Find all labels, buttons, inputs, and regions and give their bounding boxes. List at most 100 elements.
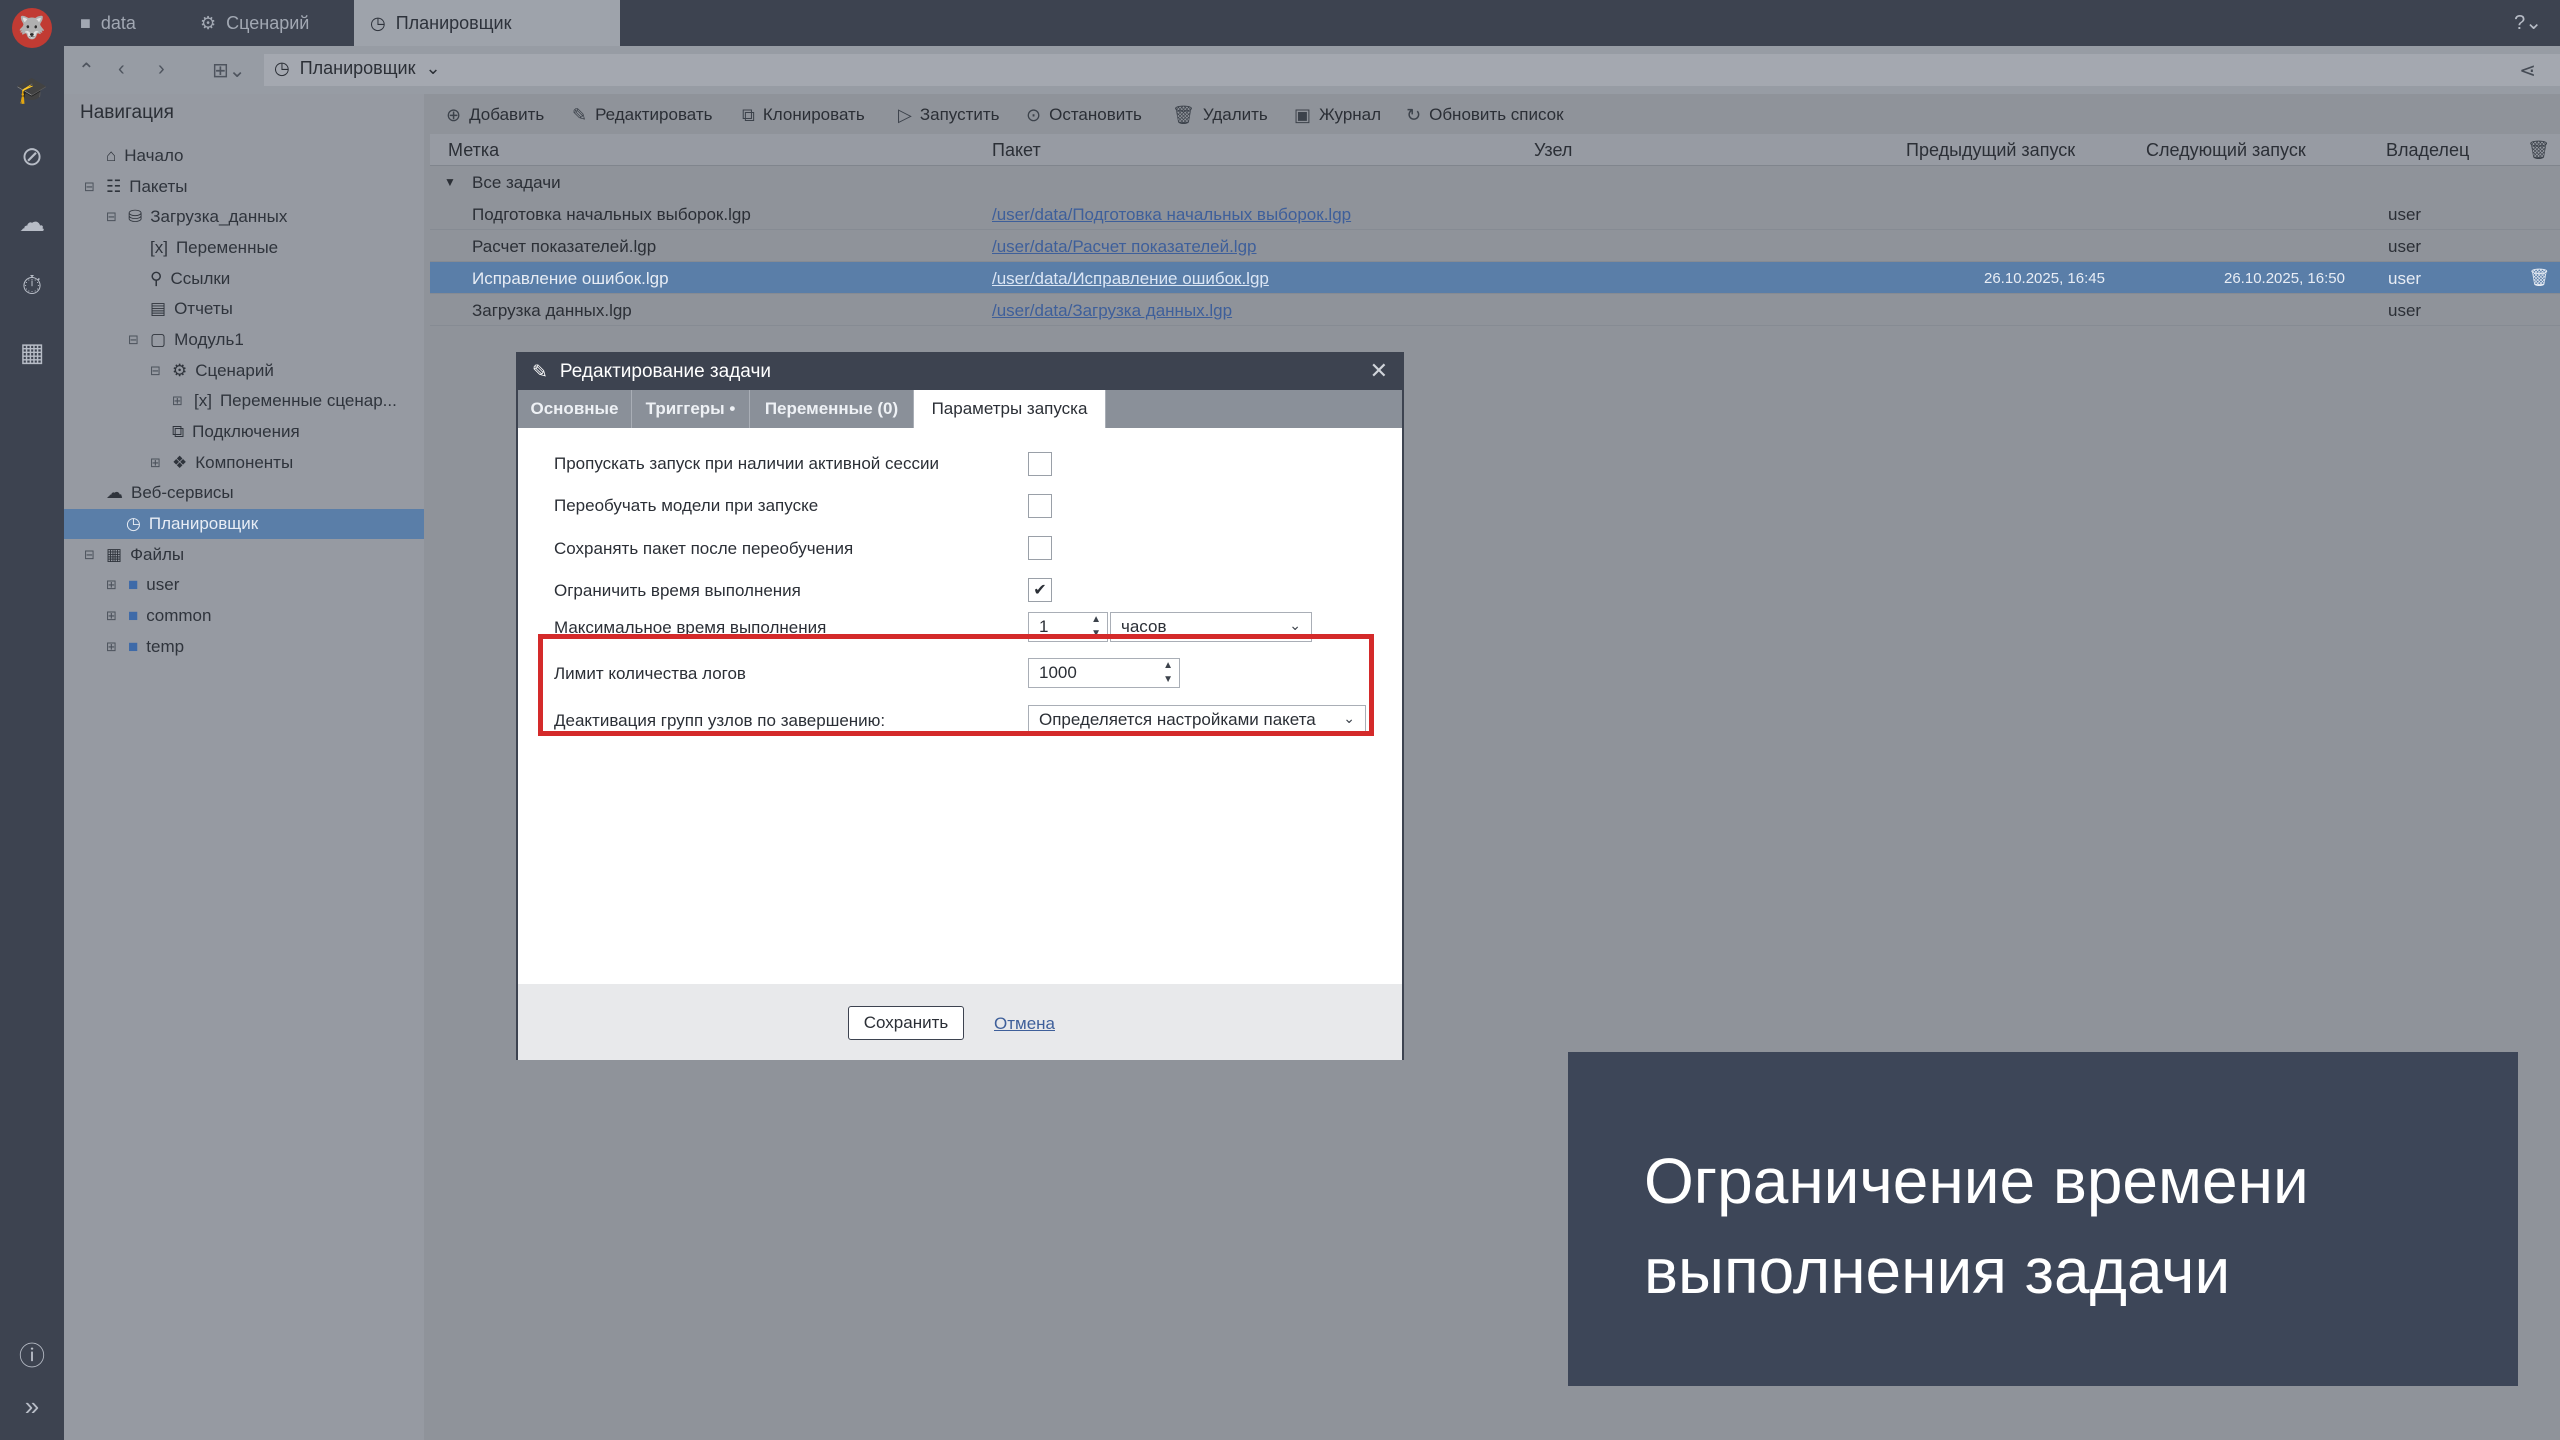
tab-triggers[interactable]: Триггеры •: [632, 390, 750, 428]
tree-item-module1[interactable]: ⊟ ▢ Модуль1: [128, 325, 244, 355]
connection-icon: ⧉: [172, 422, 185, 441]
trash-icon[interactable]: 🗑: [2527, 140, 2550, 161]
dialog-body: Пропускать запуск при наличии активной с…: [518, 428, 1402, 984]
tree-menu-icon[interactable]: ⊞⌄: [212, 58, 246, 83]
tree-item-files[interactable]: ⊟ ▦ Файлы: [84, 540, 184, 570]
tab-data[interactable]: ■ data: [64, 0, 184, 46]
tree-item-scenario[interactable]: ⊟ ⚙ Сценарий: [150, 356, 274, 386]
expand-icon[interactable]: »: [16, 1390, 48, 1422]
run-button[interactable]: ▷ Запустить: [898, 100, 1000, 130]
delete-button[interactable]: 🗑 Удалить: [1172, 100, 1268, 130]
column-node[interactable]: Узел: [1534, 140, 1572, 161]
tab-run-parameters[interactable]: Параметры запуска: [914, 390, 1106, 428]
trash-icon[interactable]: 🗑: [2528, 268, 2550, 288]
cancel-link[interactable]: Отмена: [994, 1014, 1055, 1034]
package-link[interactable]: /user/data/Загрузка данных.lgp: [992, 301, 1232, 321]
table-row[interactable]: Подготовка начальных выборок.lgp /user/d…: [430, 198, 2560, 230]
tree-item-variables[interactable]: [x] Переменные: [128, 233, 278, 263]
cloud-icon[interactable]: ☁: [16, 206, 48, 238]
tree-item-temp[interactable]: ⊞ ■ temp: [106, 632, 184, 662]
chevron-down-icon: ⌄: [425, 58, 441, 78]
table-row[interactable]: Расчет показателей.lgp /user/data/Расчет…: [430, 230, 2560, 262]
package-link[interactable]: /user/data/Подготовка начальных выборок.…: [992, 205, 1351, 225]
help-icon[interactable]: ?⌄: [2514, 10, 2542, 35]
clone-button[interactable]: ⧉ Клонировать: [742, 100, 865, 130]
forward-arrow-icon[interactable]: ›: [158, 58, 165, 81]
tree-item-web-services[interactable]: ☁ Веб-сервисы: [84, 478, 234, 508]
tab-scheduler[interactable]: ◷ Планировщик: [354, 0, 620, 46]
refresh-button[interactable]: ↻ Обновить список: [1406, 100, 1564, 130]
graduation-cap-icon[interactable]: 🎓: [16, 74, 48, 106]
tree-item-links[interactable]: ⚲ Ссылки: [128, 264, 230, 294]
collapse-icon[interactable]: ▼: [444, 175, 456, 189]
column-prev-run[interactable]: Предыдущий запуск: [1906, 140, 2075, 161]
tree-item-load-data[interactable]: ⊟ ⛁ Загрузка_данных: [106, 202, 287, 232]
variable-icon: [x]: [194, 391, 212, 410]
tree-item-common[interactable]: ⊞ ■ common: [106, 601, 211, 631]
table-row-selected[interactable]: Исправление ошибок.lgp /user/data/Исправ…: [430, 262, 2560, 294]
tree-label: Ссылки: [170, 269, 231, 288]
component-icon: ❖: [172, 453, 188, 472]
save-package-checkbox[interactable]: [1028, 536, 1052, 560]
up-arrow-icon[interactable]: ⌃: [78, 58, 95, 83]
limit-time-checkbox[interactable]: ✔: [1028, 578, 1052, 602]
package-link[interactable]: /user/data/Исправление ошибок.lgp: [992, 269, 1269, 289]
package-link[interactable]: /user/data/Расчет показателей.lgp: [992, 237, 1257, 257]
compass-icon[interactable]: ⊘: [16, 140, 48, 172]
save-button[interactable]: Сохранить: [848, 1006, 964, 1040]
scenario-icon: ⚙: [172, 361, 188, 380]
back-arrow-icon[interactable]: ‹: [118, 58, 125, 81]
stopwatch-icon[interactable]: ⏱: [16, 270, 48, 302]
tree-label: Сценарий: [195, 361, 274, 380]
add-button[interactable]: ⊕ Добавить: [446, 100, 544, 130]
share-icon[interactable]: ⋖: [2519, 58, 2536, 83]
cell-owner: user: [2388, 269, 2422, 288]
breadcrumb[interactable]: ◷ Планировщик ⌄: [274, 58, 441, 79]
tab-scenario[interactable]: ⚙ Сценарий: [184, 0, 354, 46]
tree-item-user[interactable]: ⊞ ■ user: [106, 570, 179, 600]
tree-label: Компоненты: [195, 453, 294, 472]
tree-item-packages[interactable]: ⊟ ☷ Пакеты: [84, 172, 187, 202]
cell-next-run: 26.10.2025, 16:50: [2224, 270, 2345, 287]
app-logo[interactable]: 🐺: [12, 8, 52, 48]
tab-variables[interactable]: Переменные (0): [750, 390, 914, 428]
address-bar: ⌃ ‹ › ⊞⌄ ◷ Планировщик ⌄ ⋖: [64, 46, 2560, 94]
table-icon[interactable]: ▦: [16, 336, 48, 368]
grid-header: Метка Пакет Узел Предыдущий запуск Следу…: [430, 134, 2560, 166]
stop-button[interactable]: ⊙ Остановить: [1026, 100, 1142, 130]
tree-item-reports[interactable]: ▤ Отчеты: [128, 294, 233, 324]
button-label: Запустить: [919, 105, 1000, 124]
tree-label: temp: [146, 637, 185, 656]
group-row[interactable]: ▼ Все задачи: [430, 166, 2560, 198]
table-row[interactable]: Загрузка данных.lgp /user/data/Загрузка …: [430, 294, 2560, 326]
column-next-run[interactable]: Следующий запуск: [2146, 140, 2306, 161]
tree-label: Модуль1: [174, 330, 244, 349]
column-owner[interactable]: Владелец: [2386, 140, 2469, 161]
tree-item-start[interactable]: ⌂ Начало: [84, 141, 184, 171]
dialog-title-bar[interactable]: ✎ Редактирование задачи: [518, 354, 1402, 390]
tree-item-scheduler[interactable]: ◷ Планировщик: [64, 509, 424, 539]
info-icon[interactable]: ⓘ: [16, 1338, 48, 1371]
database-icon: ☷: [106, 177, 122, 196]
button-label: Журнал: [1319, 105, 1382, 124]
log-button[interactable]: ▣ Журнал: [1294, 100, 1381, 130]
edit-button[interactable]: ✎ Редактировать: [572, 100, 713, 130]
cell-label: Подготовка начальных выборок.lgp: [472, 205, 751, 224]
retrain-checkbox[interactable]: [1028, 494, 1052, 518]
skip-active-label: Пропускать запуск при наличии активной с…: [554, 454, 939, 473]
tree-item-components[interactable]: ⊞ ❖ Компоненты: [150, 448, 293, 478]
cell-owner: user: [2388, 237, 2422, 256]
skip-active-checkbox[interactable]: [1028, 452, 1052, 476]
tree-label: Начало: [124, 146, 184, 165]
link-icon: ⚲: [150, 269, 163, 288]
tree-label: Файлы: [130, 545, 185, 564]
tree-item-connections[interactable]: ⧉ Подключения: [150, 417, 300, 447]
tree-label: common: [146, 606, 212, 625]
tree-item-scenario-variables[interactable]: ⊞ [x] Переменные сценар...: [172, 386, 397, 416]
column-package[interactable]: Пакет: [992, 140, 1041, 161]
close-icon[interactable]: ✕: [1370, 358, 1388, 384]
edit-task-dialog: ✎ Редактирование задачи ✕ Основные Тригг…: [516, 352, 1404, 1060]
column-label[interactable]: Метка: [448, 140, 499, 161]
tab-main[interactable]: Основные: [518, 390, 632, 428]
address-field[interactable]: [264, 54, 2560, 86]
